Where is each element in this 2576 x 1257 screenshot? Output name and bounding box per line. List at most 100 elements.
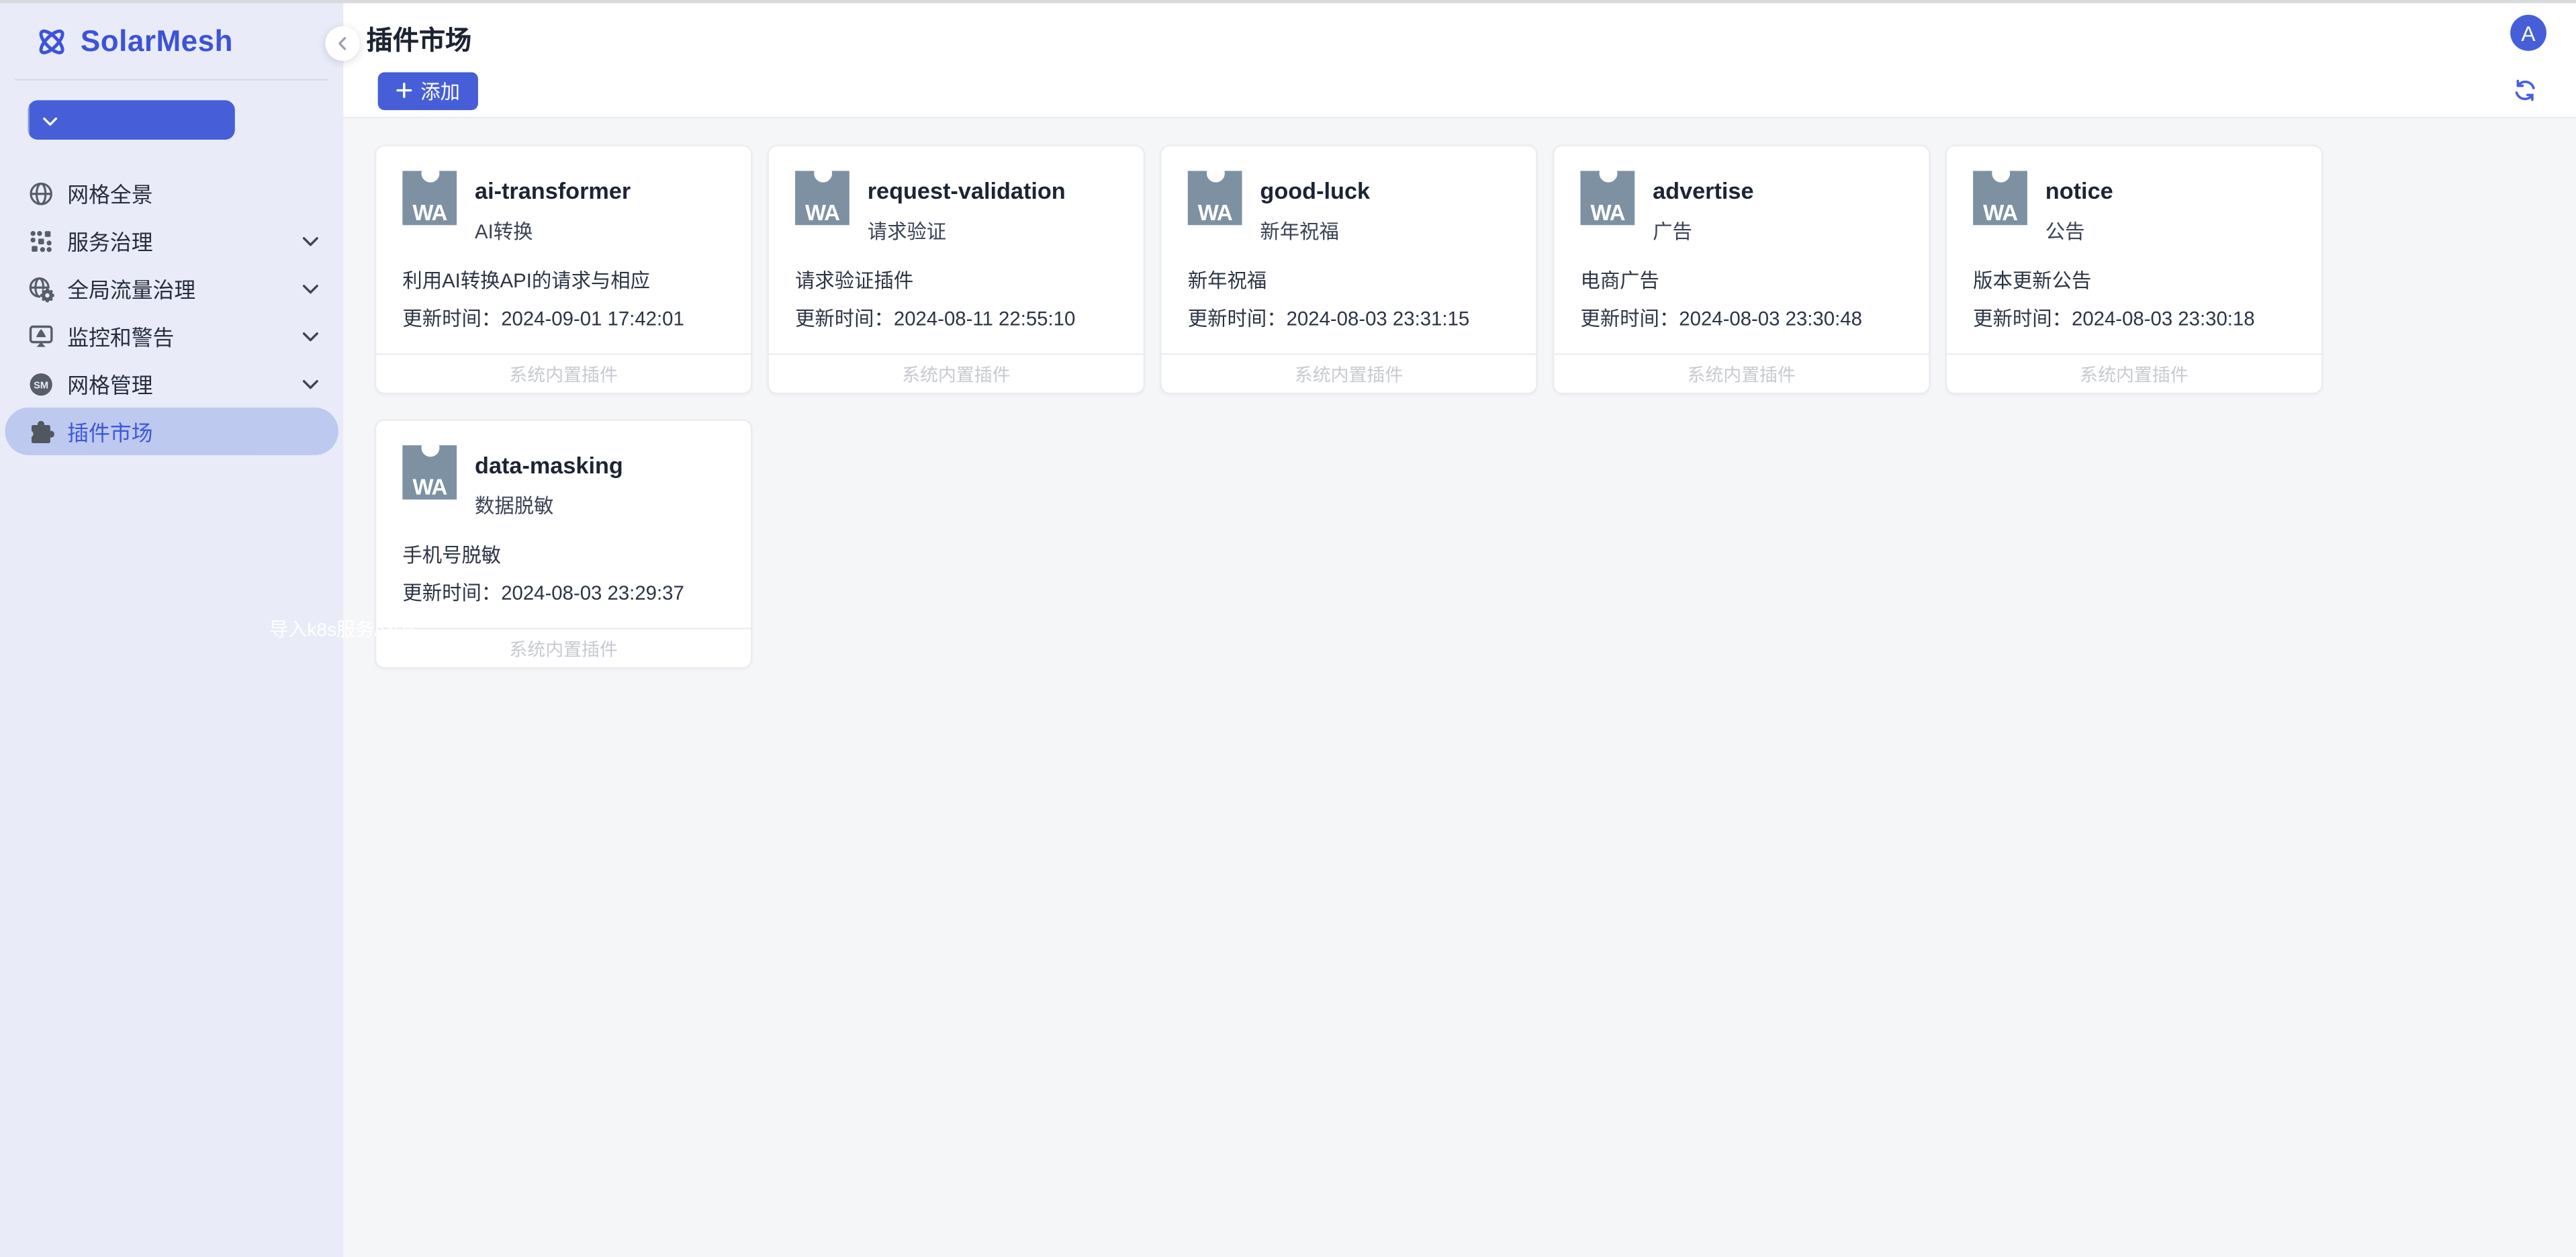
- wasm-logo-text: WA: [1188, 201, 1242, 226]
- avatar[interactable]: A: [2510, 15, 2546, 51]
- svg-text:SM: SM: [34, 379, 48, 390]
- plugin-name: notice: [2045, 177, 2113, 203]
- app-logo: SolarMesh: [0, 0, 343, 59]
- wasm-plugin-logo: WA: [1188, 171, 1242, 225]
- sidebar-nav: 网格全景 服务治理: [0, 169, 343, 455]
- wasm-logo-notch: [813, 165, 831, 183]
- chevron-down-icon: [302, 331, 318, 341]
- plugin-description: 新年祝福: [1188, 266, 1510, 294]
- global-traffic-icon: [28, 275, 54, 301]
- sidebar-item-label: 网格管理: [67, 368, 302, 399]
- plugin-market-icon: [28, 418, 54, 445]
- plugin-updated-time: 更新时间：2024-08-03 23:30:18: [1973, 304, 2254, 332]
- import-k8s-split-button[interactable]: 导入k8s服务/版本: [28, 100, 235, 140]
- plugin-card[interactable]: WA good-luck 新年祝福 新年祝福 更新时间：2024-08-03 2…: [1160, 144, 1538, 394]
- wasm-logo-text: WA: [402, 475, 457, 500]
- plugin-updated-time: 更新时间：2024-08-11 22:55:10: [795, 304, 1075, 332]
- service-governance-icon: [28, 228, 54, 254]
- monitor-alert-icon: [28, 323, 54, 349]
- page-header: 插件市场 添加 A: [343, 0, 2576, 118]
- wasm-logo-text: WA: [402, 201, 457, 226]
- sidebar-collapse-button[interactable]: [325, 26, 359, 60]
- wasm-logo-text: WA: [1973, 201, 2027, 226]
- globe-icon: [28, 180, 54, 206]
- sidebar-item-service-governance[interactable]: 服务治理: [5, 217, 338, 265]
- sidebar-item-monitoring-alerts[interactable]: 监控和警告: [5, 312, 338, 360]
- plugin-alias: 请求验证: [868, 217, 1066, 245]
- add-button-label: 添加: [420, 77, 460, 105]
- plugin-description: 版本更新公告: [1973, 266, 2295, 294]
- wasm-logo-notch: [1991, 165, 2009, 183]
- plugin-card[interactable]: WA request-validation 请求验证 请求验证插件 更新时间：2…: [767, 144, 1145, 394]
- plugin-alias: 新年祝福: [1260, 217, 1370, 245]
- wasm-logo-notch: [420, 165, 439, 183]
- plugin-footer-label: 系统内置插件: [1554, 353, 1929, 393]
- plugin-card-grid: WA ai-transformer AI转换 利用AI转换API的请求与相应 更…: [375, 144, 2362, 669]
- plugin-description: 手机号脱敏: [402, 541, 725, 569]
- updated-time-label: 更新时间：: [402, 581, 501, 604]
- refresh-icon: [2514, 82, 2536, 107]
- sidebar-item-label: 网格全景: [67, 177, 318, 208]
- sidebar-item-plugin-market[interactable]: 插件市场: [5, 408, 338, 455]
- plugin-updated-time: 更新时间：2024-08-03 23:29:37: [402, 578, 684, 606]
- chevron-down-icon: [43, 105, 58, 135]
- updated-time-value: 2024-08-03 23:30:18: [2072, 308, 2255, 330]
- plugin-name: ai-transformer: [475, 177, 631, 203]
- chevron-down-icon: [302, 236, 318, 246]
- refresh-button[interactable]: [2514, 79, 2536, 101]
- plugin-updated-time: 更新时间：2024-08-03 23:31:15: [1188, 304, 1469, 332]
- plugin-name: good-luck: [1260, 177, 1370, 203]
- plugin-alias: 公告: [2045, 217, 2113, 245]
- plugin-footer-label: 系统内置插件: [376, 353, 751, 393]
- plus-icon: [396, 80, 412, 103]
- wasm-plugin-logo: WA: [402, 171, 457, 225]
- updated-time-label: 更新时间：: [402, 308, 501, 330]
- wasm-plugin-logo: WA: [1973, 171, 2027, 225]
- updated-time-label: 更新时间：: [1580, 308, 1679, 330]
- mesh-admin-icon: SM: [28, 371, 54, 397]
- plugin-market-content: WA ai-transformer AI转换 利用AI转换API的请求与相应 更…: [343, 118, 2576, 669]
- avatar-initial: A: [2521, 21, 2535, 46]
- window-top-edge: [0, 0, 2576, 3]
- sidebar-item-global-traffic[interactable]: 全局流量治理: [5, 265, 338, 312]
- updated-time-label: 更新时间：: [1188, 308, 1287, 330]
- updated-time-label: 更新时间：: [795, 308, 894, 330]
- sidebar-divider: [15, 79, 328, 80]
- plugin-card[interactable]: WA ai-transformer AI转换 利用AI转换API的请求与相应 更…: [375, 144, 753, 394]
- plugin-footer-label: 系统内置插件: [1162, 353, 1536, 393]
- plugin-card-body: WA notice 公告 版本更新公告 更新时间：2024-08-03 23:3…: [1947, 146, 2321, 353]
- chevron-down-icon: [302, 379, 318, 389]
- add-plugin-button[interactable]: 添加: [378, 73, 478, 110]
- updated-time-value: 2024-08-03 23:30:48: [1679, 308, 1862, 330]
- sidebar-item-label: 插件市场: [67, 416, 318, 447]
- wasm-logo-text: WA: [1580, 201, 1635, 226]
- plugin-updated-time: 更新时间：2024-09-01 17:42:01: [402, 304, 684, 332]
- import-k8s-caret-button[interactable]: [28, 100, 71, 140]
- wasm-logo-text: WA: [795, 201, 849, 226]
- plugin-card[interactable]: WA data-masking 数据脱敏 手机号脱敏 更新时间：2024-08-…: [375, 419, 753, 669]
- sidebar-item-mesh-overview[interactable]: 网格全景: [5, 169, 338, 217]
- sidebar-item-mesh-admin[interactable]: SM 网格管理: [5, 360, 338, 408]
- wasm-logo-notch: [1598, 165, 1616, 183]
- chevron-left-icon: [337, 31, 349, 56]
- sidebar-item-label: 监控和警告: [67, 320, 302, 351]
- plugin-alias: 广告: [1653, 217, 1753, 245]
- solarmesh-logo-icon: [34, 25, 68, 59]
- plugin-name: data-masking: [475, 452, 623, 478]
- plugin-card[interactable]: WA notice 公告 版本更新公告 更新时间：2024-08-03 23:3…: [1945, 144, 2324, 394]
- updated-time-value: 2024-08-03 23:31:15: [1287, 308, 1470, 330]
- plugin-alias: AI转换: [475, 217, 631, 245]
- plugin-description: 利用AI转换API的请求与相应: [402, 266, 725, 294]
- wasm-logo-notch: [1206, 165, 1224, 183]
- plugin-card[interactable]: WA advertise 广告 电商广告 更新时间：2024-08-03 23:…: [1553, 144, 1931, 394]
- app-name: SolarMesh: [81, 25, 233, 59]
- wasm-plugin-logo: WA: [402, 445, 457, 500]
- plugin-footer-label: 系统内置插件: [1947, 353, 2321, 393]
- chevron-down-icon: [302, 283, 318, 293]
- main-area: 插件市场 添加 A: [343, 0, 2576, 1257]
- sidebar-item-label: 全局流量治理: [67, 273, 302, 304]
- plugin-footer-label: 系统内置插件: [376, 628, 751, 667]
- plugin-name: request-validation: [868, 177, 1066, 203]
- plugin-card-body: WA good-luck 新年祝福 新年祝福 更新时间：2024-08-03 2…: [1162, 146, 1536, 353]
- wasm-plugin-logo: WA: [795, 171, 849, 225]
